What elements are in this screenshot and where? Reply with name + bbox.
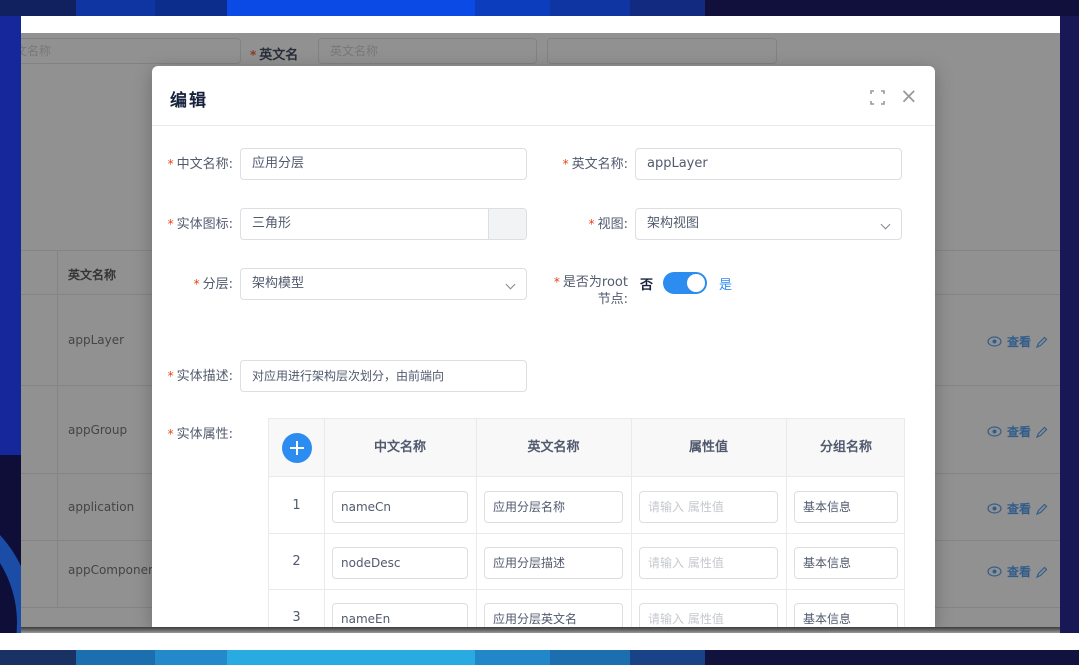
layer-select[interactable]: 架构模型 xyxy=(240,268,527,300)
layer-field-label: *分层: xyxy=(152,276,233,293)
entity-desc-field-label: *实体描述: xyxy=(152,368,233,385)
window-top-band xyxy=(21,16,1060,33)
entity-desc-input[interactable]: 对应用进行架构层次划分，由前端向 xyxy=(240,360,527,392)
fullscreen-icon[interactable] xyxy=(870,90,885,105)
decor-segment xyxy=(475,0,550,16)
decor-segment xyxy=(705,650,1079,665)
edit-modal: 编辑 × *中文名称: 应用分层 *英文名称: appLayer *实体图标: … xyxy=(152,66,935,627)
attr-name-en-input[interactable]: 应用分层英文名 xyxy=(484,603,623,627)
modal-header-divider xyxy=(152,125,935,126)
decor-segment xyxy=(705,0,1079,16)
add-attr-button[interactable] xyxy=(282,433,312,463)
name-cn-field-label: *中文名称: xyxy=(152,156,233,173)
decor-segment xyxy=(630,0,705,16)
close-icon[interactable]: × xyxy=(900,82,918,110)
required-asterisk: * xyxy=(554,275,560,289)
decor-segment xyxy=(155,650,227,665)
required-asterisk: * xyxy=(589,217,595,231)
decor-segment xyxy=(227,0,475,16)
decor-segment xyxy=(630,650,705,665)
attr-group-input[interactable]: 基本信息 xyxy=(794,491,898,523)
right-decor-column xyxy=(1060,16,1079,665)
attr-name-en-input[interactable]: 应用分层描述 xyxy=(484,547,623,579)
modal-title: 编辑 xyxy=(170,86,208,111)
bottom-white-band xyxy=(0,633,1079,650)
attr-col-header-name-en: 英文名称 xyxy=(476,419,631,477)
table-border xyxy=(269,589,904,590)
attr-row-index: 2 xyxy=(269,554,324,569)
chevron-down-icon xyxy=(882,221,890,229)
desktop-stage: 中文名称 *英文名 英文名称 英文名称 appLayer appGroup ap… xyxy=(0,0,1079,665)
icon-picker-button[interactable] xyxy=(488,209,526,239)
chevron-down-icon xyxy=(507,281,515,289)
required-asterisk: * xyxy=(168,217,174,231)
attr-value-input[interactable]: 请输入 属性值 xyxy=(639,491,778,523)
view-select[interactable]: 架构视图 xyxy=(635,208,902,240)
required-asterisk: * xyxy=(168,157,174,171)
attr-col-header-name-cn: 中文名称 xyxy=(324,419,476,477)
required-asterisk: * xyxy=(194,277,200,291)
attr-name-en-input[interactable]: 应用分层名称 xyxy=(484,491,623,523)
attr-group-input[interactable]: 基本信息 xyxy=(794,603,898,627)
decor-segment xyxy=(550,0,630,16)
decor-segment xyxy=(0,650,76,665)
attr-group-input[interactable]: 基本信息 xyxy=(794,547,898,579)
decor-segment xyxy=(76,650,155,665)
left-decor-column xyxy=(0,16,21,455)
required-asterisk: * xyxy=(168,369,174,383)
top-decor-bar xyxy=(0,0,1079,16)
is-root-toggle[interactable] xyxy=(663,272,707,294)
bottom-decor-bar xyxy=(0,650,1079,665)
name-en-field-label: *英文名称: xyxy=(538,156,628,173)
view-field-label: *视图: xyxy=(538,216,628,233)
attr-row-index: 3 xyxy=(269,610,324,625)
attr-value-input[interactable]: 请输入 属性值 xyxy=(639,603,778,627)
name-cn-field-input[interactable]: 应用分层 xyxy=(240,148,527,180)
attr-value-input[interactable]: 请输入 属性值 xyxy=(639,547,778,579)
attr-name-cn-input[interactable]: nodeDesc xyxy=(332,547,468,579)
entity-icon-field-input[interactable]: 三角形 xyxy=(240,208,527,240)
required-asterisk: * xyxy=(168,427,174,441)
attr-name-cn-input[interactable]: nameEn xyxy=(332,603,468,627)
toggle-knob xyxy=(687,274,705,292)
attr-col-header-attr-value: 属性值 xyxy=(631,419,786,477)
toggle-on-label: 是 xyxy=(719,274,732,293)
attr-row-index: 1 xyxy=(269,498,324,513)
decor-segment xyxy=(475,650,550,665)
decor-segment xyxy=(227,650,475,665)
toggle-off-label: 否 xyxy=(640,274,653,293)
attr-col-header-group: 分组名称 xyxy=(786,419,905,477)
attr-table: 中文名称 英文名称 属性值 分组名称 1 nameCn 应用分层名称 请输入 属… xyxy=(268,418,905,627)
decor-segment xyxy=(0,0,76,16)
entity-icon-field-label: *实体图标: xyxy=(152,216,233,233)
decor-segment xyxy=(155,0,227,16)
table-border xyxy=(269,533,904,534)
name-en-field-input[interactable]: appLayer xyxy=(635,148,902,180)
decor-segment xyxy=(76,0,155,16)
required-asterisk: * xyxy=(563,157,569,171)
is-root-field-label: *是否为root节点: xyxy=(553,274,628,308)
attr-name-cn-input[interactable]: nameCn xyxy=(332,491,468,523)
decor-segment xyxy=(550,650,630,665)
entity-attrs-field-label: *实体属性: xyxy=(152,426,233,443)
